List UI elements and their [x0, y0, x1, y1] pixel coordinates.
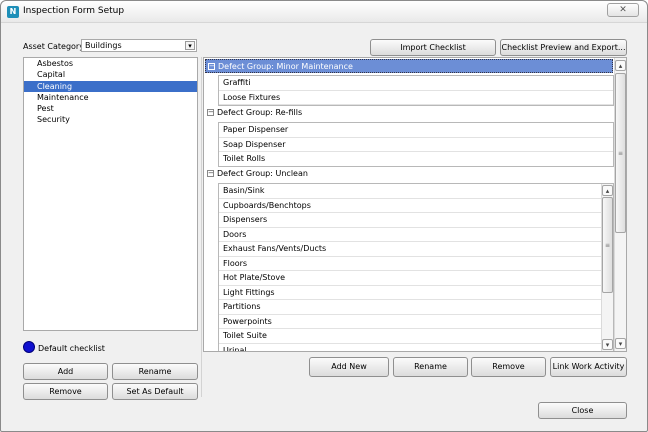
- group-header-unclean[interactable]: − Defect Group: Unclean: [205, 167, 613, 181]
- category-item[interactable]: Pest: [24, 103, 197, 114]
- scroll-up-icon[interactable]: ▴: [602, 185, 613, 196]
- collapse-icon[interactable]: −: [208, 63, 215, 70]
- group-header-minor-maintenance[interactable]: − Defect Group: Minor Maintenance: [205, 59, 613, 73]
- category-item[interactable]: Cleaning: [24, 80, 197, 92]
- window-title: Inspection Form Setup: [23, 6, 125, 16]
- group-title: Defect Group: Unclean: [217, 169, 308, 178]
- asset-category-label: Asset Category: [23, 42, 84, 51]
- rename-category-button[interactable]: Rename: [112, 363, 198, 380]
- collapse-icon[interactable]: −: [207, 170, 214, 177]
- panel-divider: [201, 57, 202, 397]
- window-close-button[interactable]: ✕: [607, 3, 639, 17]
- add-new-button[interactable]: Add New: [309, 357, 389, 377]
- rename-button[interactable]: Rename: [393, 357, 468, 377]
- unclean-item-list: Basin/Sink Cupboards/Benchtops Dispensers D…: [219, 184, 601, 352]
- group-items-unclean: Basin/Sink Cupboards/Benchtops Dispensers D…: [218, 183, 614, 352]
- title-bar: N Inspection Form Setup ✕: [1, 1, 647, 23]
- list-item[interactable]: Doors: [219, 228, 601, 242]
- list-item[interactable]: Graffiti: [219, 76, 613, 91]
- list-item[interactable]: Toilet Suite: [219, 329, 601, 344]
- list-item[interactable]: Cupboards/Benchtops: [219, 199, 601, 213]
- panel-scrollbar[interactable]: ▴ ≡ ▾: [614, 58, 626, 351]
- add-category-button[interactable]: Add: [23, 363, 108, 380]
- defect-groups-panel: − Defect Group: Minor Maintenance Graffi…: [203, 57, 627, 352]
- scroll-down-icon[interactable]: ▾: [602, 339, 613, 350]
- group-items-minor-maintenance: Graffiti Loose Fixtures: [218, 75, 614, 106]
- scroll-thumb[interactable]: ≡: [615, 73, 626, 233]
- asset-category-value: Buildings: [85, 41, 122, 50]
- category-list[interactable]: Asbestos Capital Cleaning Maintenance Pest Se…: [23, 57, 198, 331]
- category-item[interactable]: Maintenance: [24, 92, 197, 103]
- link-work-activity-button[interactable]: Link Work Activity: [550, 357, 627, 377]
- import-checklist-button[interactable]: Import Checklist: [370, 39, 496, 56]
- list-item[interactable]: Paper Dispenser: [219, 123, 613, 138]
- list-item[interactable]: Powerpoints: [219, 315, 601, 329]
- scroll-thumb[interactable]: ≡: [602, 197, 613, 293]
- list-item[interactable]: Toilet Rolls: [219, 152, 613, 166]
- category-item[interactable]: Capital: [24, 69, 197, 80]
- group-items-re-fills: Paper Dispenser Soap Dispenser Toilet Ro…: [218, 122, 614, 167]
- app-icon: N: [7, 6, 19, 18]
- list-item[interactable]: Light Fittings: [219, 286, 601, 300]
- category-item[interactable]: Asbestos: [24, 58, 197, 69]
- remove-category-button[interactable]: Remove: [23, 383, 108, 400]
- default-checklist-dot-icon: [23, 341, 35, 353]
- default-checklist-legend: Default checklist: [38, 344, 105, 353]
- inspection-form-setup-window: N Inspection Form Setup ✕ Asset Category…: [0, 0, 648, 432]
- list-item[interactable]: Loose Fixtures: [219, 91, 613, 105]
- list-item[interactable]: Basin/Sink: [219, 184, 601, 199]
- collapse-icon[interactable]: −: [207, 109, 214, 116]
- chevron-down-icon[interactable]: ▾: [185, 41, 195, 50]
- list-item[interactable]: Urinal: [219, 344, 601, 352]
- scroll-up-icon[interactable]: ▴: [615, 60, 626, 71]
- list-item[interactable]: Soap Dispenser: [219, 138, 613, 152]
- list-item[interactable]: Hot Plate/Stove: [219, 271, 601, 286]
- group-header-re-fills[interactable]: − Defect Group: Re-fills: [205, 106, 613, 120]
- list-item[interactable]: Floors: [219, 257, 601, 271]
- category-item[interactable]: Security: [24, 114, 197, 125]
- group-title: Defect Group: Minor Maintenance: [218, 62, 353, 71]
- scroll-down-icon[interactable]: ▾: [615, 338, 626, 349]
- list-item[interactable]: Exhaust Fans/Vents/Ducts: [219, 242, 601, 257]
- asset-category-select[interactable]: Buildings ▾: [81, 39, 197, 52]
- set-as-default-button[interactable]: Set As Default: [112, 383, 198, 400]
- remove-button[interactable]: Remove: [471, 357, 546, 377]
- list-item[interactable]: Partitions: [219, 300, 601, 315]
- checklist-preview-export-button[interactable]: Checklist Preview and Export...: [500, 39, 627, 56]
- close-button[interactable]: Close: [538, 402, 627, 419]
- list-item[interactable]: Dispensers: [219, 213, 601, 228]
- group-title: Defect Group: Re-fills: [217, 108, 303, 117]
- unclean-scrollbar[interactable]: ▴ ≡ ▾: [601, 184, 613, 351]
